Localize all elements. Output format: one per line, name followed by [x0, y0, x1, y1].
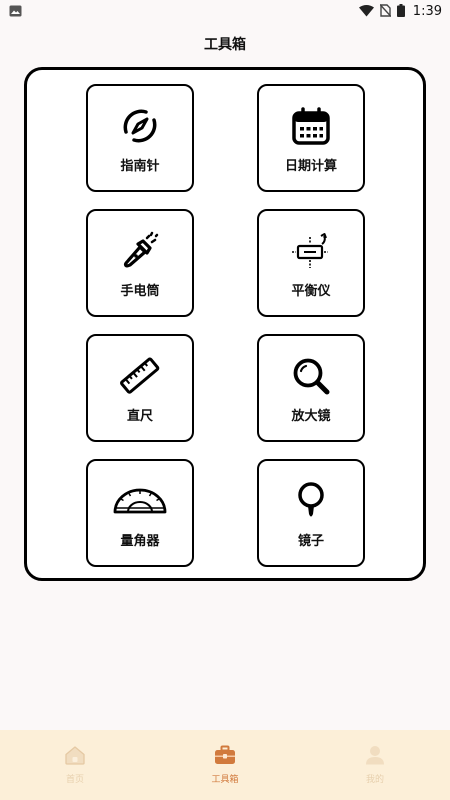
- user-icon: [364, 745, 386, 769]
- status-bar: 1:39: [0, 0, 450, 22]
- toolbox-icon: [214, 745, 236, 769]
- nav-label: 工具箱: [211, 775, 239, 785]
- tool-magnifier-button[interactable]: 放大镜: [257, 334, 365, 442]
- flashlight-icon: [120, 231, 160, 271]
- protractor-icon: [112, 481, 168, 521]
- tool-flashlight-button[interactable]: 手电筒: [86, 209, 194, 317]
- bottom-nav: 首页 工具箱 我的: [0, 730, 450, 800]
- nav-label: 我的: [365, 775, 384, 785]
- no-sim-icon: [379, 2, 392, 21]
- tool-label: 放大镜: [291, 409, 331, 424]
- compass-icon: [120, 106, 160, 146]
- tool-compass-button[interactable]: 指南针: [86, 84, 194, 192]
- calendar-icon: [291, 106, 331, 146]
- status-time: 1:39: [412, 3, 442, 19]
- tool-label: 直尺: [126, 409, 153, 424]
- battery-icon: [396, 2, 405, 21]
- tool-date-calc-button[interactable]: 日期计算: [257, 84, 365, 192]
- tool-label: 平衡仪: [291, 284, 331, 299]
- tool-label: 手电筒: [120, 284, 160, 299]
- page-title: 工具箱: [204, 37, 246, 53]
- tool-label: 日期计算: [284, 159, 337, 174]
- wifi-icon: [358, 2, 374, 21]
- ruler-icon: [120, 356, 160, 396]
- nav-item-toolbox[interactable]: 工具箱: [180, 745, 270, 785]
- level-icon: [291, 231, 331, 271]
- tool-label: 量角器: [120, 534, 160, 549]
- nav-label: 首页: [65, 775, 84, 785]
- home-icon: [64, 745, 86, 769]
- tool-panel: 指南针 日期计算 手电筒 平衡仪 直尺 放大镜 量角器 镜子: [24, 67, 426, 581]
- tool-label: 指南针: [120, 159, 160, 174]
- magnifier-icon: [291, 356, 331, 396]
- gallery-icon: [9, 2, 22, 21]
- tool-protractor-button[interactable]: 量角器: [86, 459, 194, 567]
- nav-item-profile[interactable]: 我的: [330, 745, 420, 785]
- tool-label: 镜子: [297, 534, 324, 549]
- tool-level-button[interactable]: 平衡仪: [257, 209, 365, 317]
- tool-ruler-button[interactable]: 直尺: [86, 334, 194, 442]
- mirror-icon: [291, 481, 331, 521]
- tool-mirror-button[interactable]: 镜子: [257, 459, 365, 567]
- nav-item-home[interactable]: 首页: [30, 745, 120, 785]
